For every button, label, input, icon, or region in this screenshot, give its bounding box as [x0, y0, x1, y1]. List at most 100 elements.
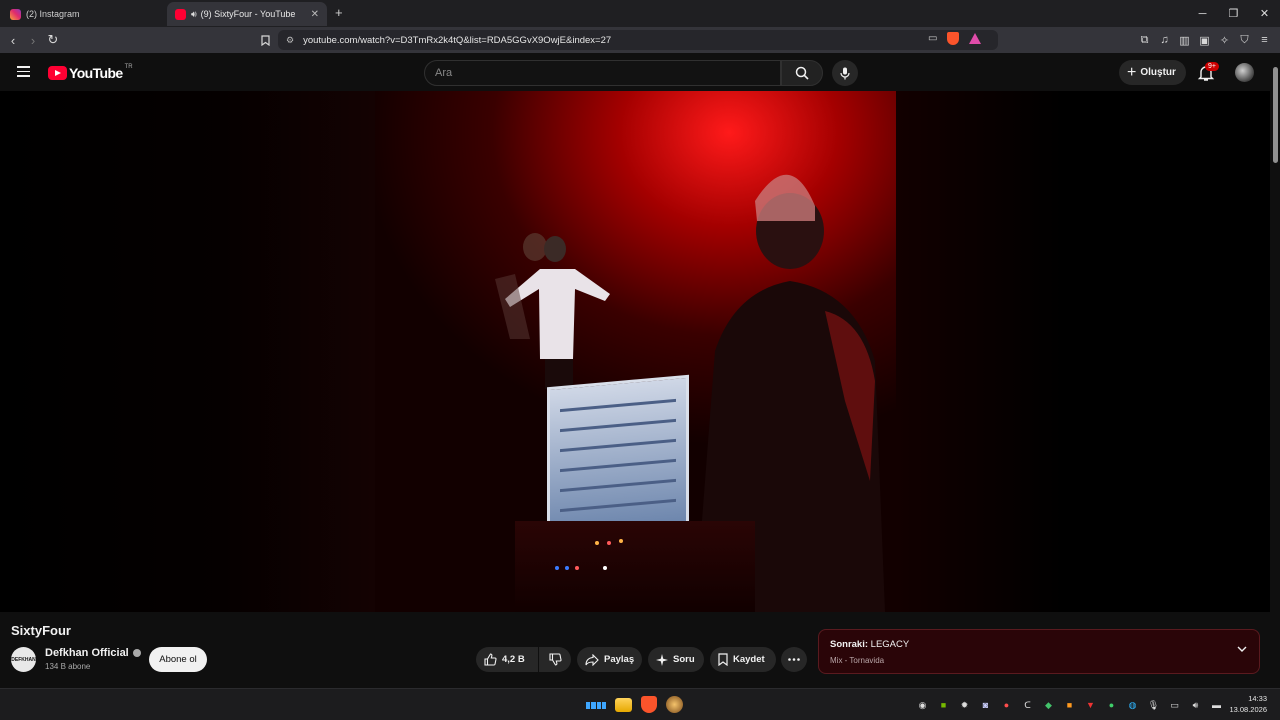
tab-youtube[interactable]: 🔊︎ (9) SixtyFour - YouTube ✕	[167, 2, 327, 26]
menu-icon[interactable]: ≡	[1258, 31, 1271, 49]
up-next-panel[interactable]: Sonraki: LEGACY Mix - Tornavida	[818, 629, 1260, 674]
channel-avatar[interactable]: DEFKHAN	[11, 647, 36, 672]
network-icon[interactable]: ▭	[1167, 698, 1182, 712]
mixing-desk	[515, 521, 755, 612]
tray-app-icon-5[interactable]: ◆	[1041, 698, 1056, 712]
clock-time: 14:33	[1248, 694, 1267, 703]
tray-app-icon-6[interactable]: ■	[1062, 698, 1077, 712]
cast-icon[interactable]: ▭	[928, 33, 937, 44]
more-actions-button[interactable]	[781, 647, 807, 672]
site-settings-icon[interactable]: ⚙	[286, 35, 294, 46]
video-title: SixtyFour	[11, 623, 71, 638]
save-label: Kaydet	[733, 654, 765, 665]
minimize-button[interactable]: ─	[1187, 0, 1218, 27]
nvidia-icon[interactable]: ■	[936, 698, 951, 712]
voice-search-button[interactable]	[832, 60, 858, 86]
performer-figure	[495, 233, 610, 389]
search-input[interactable]	[435, 67, 780, 79]
thumbs-down-icon	[548, 653, 562, 666]
tab-label: (2) Instagram	[26, 9, 80, 19]
tray-app-icon-8[interactable]: ●	[1104, 698, 1119, 712]
discord-icon[interactable]: ◙	[978, 698, 993, 712]
account-avatar[interactable]	[1235, 63, 1254, 82]
ask-label: Soru	[673, 654, 695, 665]
bookmark-icon[interactable]	[256, 31, 274, 49]
search-button[interactable]	[781, 60, 823, 86]
more-icon	[788, 658, 800, 661]
video-player[interactable]	[0, 91, 1270, 612]
browser-tab-strip: (2) Instagram 🔊︎ (9) SixtyFour - YouTube…	[0, 0, 1280, 27]
ambient-left	[0, 91, 375, 612]
like-button[interactable]: 4,2 B	[476, 647, 538, 672]
extensions-icon[interactable]: ⧉	[1138, 31, 1151, 49]
thumbs-up-icon	[484, 653, 497, 666]
channel-name-row[interactable]: Defkhan Official	[45, 647, 141, 659]
tray-app-icon-1[interactable]: ◉	[915, 698, 930, 712]
clock[interactable]: 14:33 13.08.2026	[1225, 693, 1267, 715]
microphone-tray-icon[interactable]: 🎙︎	[1146, 698, 1161, 712]
save-button[interactable]: Kaydet	[710, 647, 776, 672]
brave-shields-icon[interactable]	[947, 32, 960, 45]
studio-monitor	[547, 374, 689, 538]
subscribe-button[interactable]: Abone ol	[149, 647, 207, 672]
up-next-title: LEGACY	[870, 639, 910, 650]
browser-toolbar: ‹ › ↻ ⚙ youtube.com/watch?v=D3TmRx2k4tQ&…	[0, 27, 1280, 53]
verified-icon	[132, 649, 141, 657]
page-scrollbar[interactable]	[1270, 53, 1280, 688]
file-explorer-icon[interactable]	[615, 698, 632, 712]
tray-app-icon-2[interactable]: ✹	[957, 698, 972, 712]
hamburger-menu-icon[interactable]	[17, 66, 30, 77]
new-tab-button[interactable]: +	[335, 5, 343, 20]
dislike-button[interactable]	[539, 647, 571, 672]
bookmark-save-icon	[718, 653, 728, 666]
channel-avatar-text: DEFKHAN	[11, 656, 36, 663]
start-button[interactable]	[586, 695, 606, 715]
up-next-subtitle: Mix - Tornavida	[830, 656, 885, 665]
ambient-right	[896, 91, 1270, 612]
search-box	[424, 60, 781, 86]
share-label: Paylaş	[604, 654, 635, 665]
sidebar-icon[interactable]: ▥	[1178, 31, 1191, 49]
wallet-icon[interactable]: ▣	[1198, 31, 1211, 49]
channel-name[interactable]: Defkhan Official	[45, 647, 129, 659]
instagram-icon	[10, 8, 21, 20]
leo-ai-icon[interactable]: ✧	[1218, 31, 1231, 49]
speaker-icon[interactable]: 🔊︎	[191, 9, 197, 20]
maximize-button[interactable]: ❐	[1218, 0, 1249, 27]
vpn-icon[interactable]: ⛉	[1238, 31, 1251, 49]
app-icon[interactable]	[666, 696, 683, 713]
clock-date: 13.08.2026	[1229, 705, 1267, 714]
logo-text: YouTube	[69, 65, 123, 81]
media-icon[interactable]: ♫	[1158, 31, 1171, 49]
reload-button[interactable]: ↻	[44, 31, 62, 49]
volume-icon[interactable]: 🔊︎	[1188, 698, 1203, 712]
close-tab-icon[interactable]: ✕	[311, 9, 319, 20]
back-button[interactable]: ‹	[4, 31, 22, 49]
tray-app-icon-4[interactable]: ᑕ	[1020, 698, 1035, 712]
video-frame	[375, 91, 896, 612]
brave-rewards-icon[interactable]	[969, 33, 982, 44]
window-controls: ─ ❐ ✕	[1187, 0, 1280, 27]
tray-app-icon-3[interactable]: ●	[999, 698, 1014, 712]
system-tray: ◉ ■ ✹ ◙ ● ᑕ ◆ ■ ▼ ● ◍ 🎙︎ ▭ 🔊︎ ▬	[915, 698, 1224, 712]
youtube-icon	[175, 8, 186, 20]
chevron-down-icon[interactable]	[1237, 644, 1247, 654]
tab-label: (9) SixtyFour - YouTube	[200, 9, 296, 19]
brave-browser-icon[interactable]	[641, 696, 657, 713]
microphone-icon	[840, 67, 850, 79]
address-bar[interactable]: ⚙ youtube.com/watch?v=D3TmRx2k4tQ&list=R…	[278, 30, 998, 50]
security-icon[interactable]: ◍	[1125, 698, 1140, 712]
forward-button[interactable]: ›	[24, 31, 42, 49]
create-button[interactable]: + Oluştur	[1119, 60, 1186, 85]
subscriber-count: 134 B abone	[45, 662, 91, 671]
tab-instagram[interactable]: (2) Instagram	[2, 2, 162, 26]
tray-app-icon-7[interactable]: ▼	[1083, 698, 1098, 712]
scrollbar-thumb[interactable]	[1273, 67, 1278, 163]
youtube-masthead: YouTube TR + Oluştur 9+	[0, 53, 1280, 91]
battery-icon[interactable]: ▬	[1209, 698, 1224, 712]
share-button[interactable]: Paylaş	[577, 647, 642, 672]
youtube-logo[interactable]: YouTube TR	[48, 64, 133, 81]
ask-button[interactable]: Soru	[648, 647, 704, 672]
create-label: Oluştur	[1140, 67, 1176, 78]
close-window-button[interactable]: ✕	[1249, 0, 1280, 27]
